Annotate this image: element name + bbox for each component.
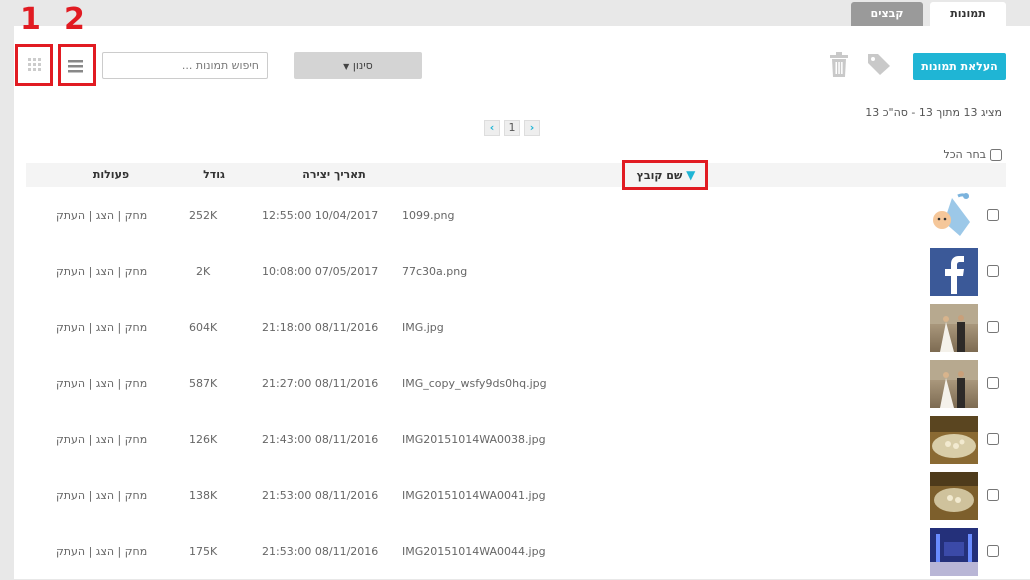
filename[interactable]: IMG20151014WA0044.jpg (402, 524, 546, 580)
caret-down-icon: ▼ (343, 62, 350, 71)
select-all: בחר הכל (943, 148, 1002, 161)
row-checkbox[interactable] (987, 377, 999, 389)
row-checkbox[interactable] (987, 545, 999, 557)
file-size: 2K (196, 265, 211, 278)
file-size: 138K (189, 489, 218, 502)
delete-button[interactable] (828, 52, 850, 78)
table-row: 1099.png 12:55:00 10/04/2017 252K מחק | … (26, 188, 1006, 244)
tag-icon (868, 54, 890, 75)
row-actions[interactable]: מחק | הצג | העתק (56, 300, 147, 356)
created-date: 21:18:00 08/11/2016 (262, 321, 379, 334)
annotation-box-filename-column (622, 160, 708, 190)
select-all-checkbox[interactable] (990, 148, 1002, 161)
annotation-box-grid-view (15, 44, 53, 86)
row-actions[interactable]: מחק | הצג | העתק (56, 188, 147, 244)
row-actions[interactable]: מחק | הצג | העתק (56, 524, 147, 580)
file-size: 587K (189, 377, 218, 390)
main-panel: סינון ▼ העלאת תמונות מציג 13 מתוך 13 - ס… (14, 26, 1030, 579)
filename[interactable]: IMG20151014WA0041.jpg (402, 468, 546, 524)
thumbnail-baby-stork[interactable] (930, 192, 978, 240)
table-header: ▼ שם קובץ תאריך יצירה גודל פעולות (26, 163, 1006, 187)
results-count: מציג 13 מתוך 13 - סה"כ 13 (865, 106, 1002, 119)
column-created[interactable]: תאריך יצירה (294, 163, 374, 187)
created-date: 21:27:00 08/11/2016 (262, 377, 379, 390)
row-checkbox[interactable] (987, 321, 999, 333)
created-date: 10:08:00 07/05/2017 (262, 265, 379, 278)
created-date: 12:55:00 10/04/2017 (262, 209, 379, 222)
row-actions[interactable]: מחק | הצג | העתק (56, 468, 147, 524)
tab-images[interactable]: תמונות (930, 2, 1006, 28)
annotation-number-2: 2 (64, 2, 85, 37)
filename[interactable]: IMG20151014WA0038.jpg (402, 412, 546, 468)
row-checkbox[interactable] (987, 489, 999, 501)
filename[interactable]: IMG.jpg (402, 300, 444, 356)
wedding-photo (930, 304, 978, 352)
row-checkbox[interactable] (987, 265, 999, 277)
flowers-photo (930, 472, 978, 512)
filter-label: סינון (352, 59, 373, 72)
filename[interactable]: IMG_copy_wsfy9ds0hq.jpg (402, 356, 547, 412)
file-size: 175K (189, 545, 218, 558)
flowers-photo (930, 416, 978, 458)
thumbnail-wedding[interactable] (930, 360, 978, 408)
table-row: 77c30a.png 10:08:00 07/05/2017 2K מחק | … (26, 244, 1006, 300)
trash-icon (830, 52, 848, 77)
select-all-label: בחר הכל (943, 148, 986, 161)
baby-stork-image (933, 193, 970, 236)
page-number-1[interactable]: 1 (504, 120, 520, 136)
created-date: 21:43:00 08/11/2016 (262, 433, 379, 446)
filename[interactable]: 1099.png (402, 188, 454, 244)
column-size[interactable]: גודל (194, 163, 234, 187)
upload-images-button[interactable]: העלאת תמונות (913, 53, 1006, 80)
filter-dropdown[interactable]: סינון ▼ (294, 52, 422, 79)
column-actions: פעולות (92, 168, 130, 181)
wedding-photo (930, 360, 978, 408)
row-actions[interactable]: מחק | הצג | העתק (56, 412, 147, 468)
event-hall-photo (930, 528, 978, 576)
table-row: IMG.jpg 21:18:00 08/11/2016 604K מחק | ה… (26, 300, 1006, 356)
table-row: IMG20151014WA0044.jpg 21:53:00 08/11/201… (26, 524, 1006, 580)
created-date: 21:53:00 08/11/2016 (262, 545, 379, 558)
created-date: 21:53:00 08/11/2016 (262, 489, 379, 502)
file-size: 252K (189, 209, 218, 222)
chevron-right-icon: › (529, 121, 535, 134)
annotation-box-list-view (58, 44, 96, 86)
file-size: 126K (189, 433, 218, 446)
thumbnail-event-hall[interactable] (930, 528, 978, 576)
next-page-button[interactable]: ‹ (484, 120, 500, 136)
tab-files[interactable]: קבצים (851, 2, 923, 26)
thumbnail-wedding[interactable] (930, 304, 978, 352)
file-size: 604K (189, 321, 218, 334)
tag-button[interactable] (866, 52, 892, 76)
row-checkbox[interactable] (987, 209, 999, 221)
annotation-number-1: 1 (20, 2, 41, 37)
table-row: IMG20151014WA0041.jpg 21:53:00 08/11/201… (26, 468, 1006, 524)
thumbnail-flowers[interactable] (930, 416, 978, 464)
thumbnail-flowers[interactable] (930, 472, 978, 520)
chevron-left-icon: ‹ (489, 121, 495, 134)
table-row: IMG20151014WA0038.jpg 21:43:00 08/11/201… (26, 412, 1006, 468)
filename[interactable]: 77c30a.png (402, 244, 467, 300)
row-checkbox[interactable] (987, 433, 999, 445)
table-row: IMG_copy_wsfy9ds0hq.jpg 21:27:00 08/11/2… (26, 356, 1006, 412)
row-actions[interactable]: מחק | הצג | העתק (56, 356, 147, 412)
thumbnail-facebook[interactable] (930, 248, 978, 296)
facebook-icon (945, 256, 964, 294)
row-actions[interactable]: מחק | הצג | העתק (56, 244, 147, 300)
prev-page-button[interactable]: › (524, 120, 540, 136)
search-input[interactable] (102, 52, 268, 79)
